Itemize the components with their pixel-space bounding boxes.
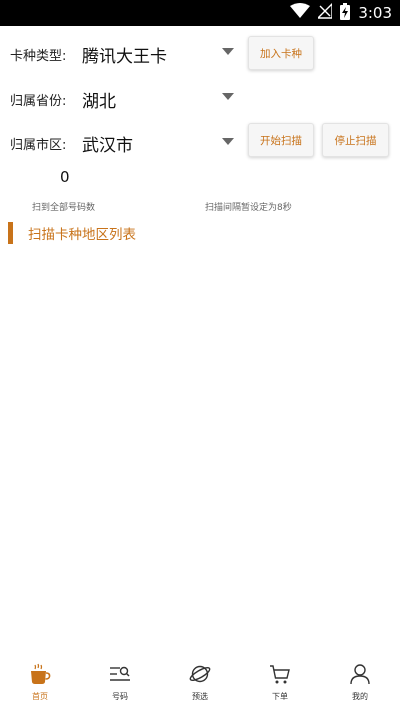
section-accent-bar: [8, 222, 13, 244]
card-type-value[interactable]: 腾讯大王卡: [82, 42, 167, 67]
scan-list-header: 扫描卡种地区列表: [8, 222, 136, 244]
tab-numbers-label: 号码: [112, 692, 128, 701]
tab-mine[interactable]: 我的: [320, 652, 400, 710]
start-scan-button[interactable]: 开始扫描: [248, 123, 314, 157]
city-dropdown-icon[interactable]: [222, 138, 234, 148]
coffee-cup-icon: [28, 661, 52, 687]
cart-icon: [268, 661, 292, 687]
user-icon: [348, 661, 372, 687]
tab-numbers[interactable]: 号码: [80, 652, 160, 710]
status-icons: 3:03: [290, 2, 392, 24]
city-label: 归属市区:: [10, 138, 67, 153]
tab-preselect-label: 预选: [192, 692, 208, 701]
card-type-dropdown-icon[interactable]: [222, 48, 234, 58]
province-label: 归属省份:: [10, 94, 67, 109]
stop-scan-button[interactable]: 停止扫描: [322, 123, 389, 157]
status-bar: 3:03: [0, 0, 400, 26]
province-dropdown-icon[interactable]: [222, 93, 234, 103]
section-title: 扫描卡种地区列表: [28, 227, 136, 243]
number-search-icon: [108, 661, 132, 687]
add-card-button[interactable]: 加入卡种: [248, 36, 314, 70]
province-value[interactable]: 湖北: [82, 87, 116, 112]
scanned-count-label: 扫到全部号码数: [32, 203, 96, 213]
tab-home-label: 首页: [32, 692, 48, 701]
tab-home[interactable]: 首页: [0, 652, 80, 710]
planet-icon: [188, 661, 212, 687]
tab-order[interactable]: 下单: [240, 652, 320, 710]
card-type-label: 卡种类型:: [10, 49, 67, 64]
city-value[interactable]: 武汉市: [82, 131, 133, 156]
scan-interval-label: 扫描间隔暂设定为8秒: [205, 203, 292, 213]
tab-mine-label: 我的: [352, 692, 368, 701]
tab-order-label: 下单: [272, 692, 288, 701]
scanned-count: 0: [60, 168, 70, 186]
wifi-icon: [290, 3, 311, 23]
tab-preselect[interactable]: 预选: [160, 652, 240, 710]
battery-charging-icon: [340, 2, 351, 24]
no-signal-icon: [316, 2, 334, 23]
bottom-tab-bar: 首页 号码 预选 下单 我的: [0, 652, 400, 710]
status-time: 3:03: [358, 4, 392, 22]
